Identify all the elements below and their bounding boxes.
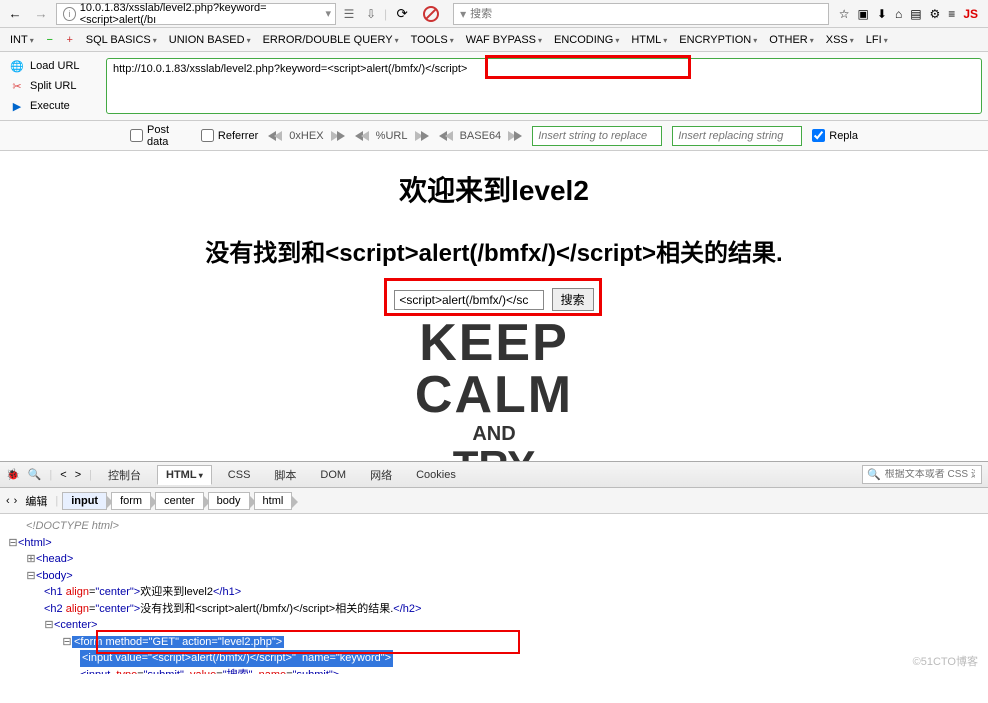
menu-icon[interactable]: ≡ (948, 7, 955, 21)
bookmark-icon[interactable]: ☆ (839, 7, 850, 21)
forward-button[interactable]: → (30, 3, 52, 25)
tab-network[interactable]: 网络 (362, 464, 400, 486)
noscript-icon[interactable] (423, 6, 439, 22)
bc-center[interactable]: center (155, 492, 204, 510)
page-h2: 没有找到和<script>alert(/bmfx/)</script>相关的结果… (0, 233, 988, 268)
referrer-checkbox[interactable]: Referrer (201, 129, 258, 142)
download-small-icon[interactable]: ⇩ (362, 5, 380, 23)
bc-body[interactable]: body (208, 492, 250, 510)
selected-input-element: <input value="<script>alert(/bmfx/)</scr… (80, 650, 393, 667)
url-encode[interactable]: %URL (355, 130, 429, 142)
sidebar-icon[interactable]: ▤ (910, 7, 921, 21)
search-input[interactable] (470, 8, 822, 20)
firebug-icon[interactable]: 🐞 (6, 468, 20, 481)
watermark: ©51CTO博客 (913, 654, 978, 671)
prev-icon[interactable]: < (60, 469, 66, 481)
devtools-search[interactable]: 🔍 (862, 465, 982, 484)
dropdown-icon[interactable]: ▾ (325, 7, 331, 20)
search-form: 搜索 (394, 288, 593, 311)
bc-html[interactable]: html (254, 492, 293, 510)
minus-icon[interactable]: − (42, 34, 58, 46)
search-box[interactable]: ▾ (453, 3, 829, 25)
hackbar-main: 🌐Load URL ✂Split URL ▶Execute http://10.… (0, 52, 988, 121)
hackbar-url-field[interactable]: http://10.0.1.83/xsslab/level2.php?keywo… (106, 58, 982, 114)
hackbar-options: Post data Referrer 0xHEX %URL BASE64 Rep… (0, 121, 988, 151)
replace-to-input[interactable] (672, 126, 802, 146)
next-icon[interactable]: > (75, 469, 81, 481)
menu-encryption[interactable]: ENCRYPTION (675, 32, 761, 48)
bc-nav-right[interactable]: › (14, 495, 18, 507)
tab-dom[interactable]: DOM (312, 466, 354, 484)
tab-cookies[interactable]: Cookies (408, 466, 464, 484)
browser-toolbar: ← → i 10.0.1.83/xsslab/level2.php?keywor… (0, 0, 988, 28)
menu-html[interactable]: HTML (627, 32, 671, 48)
page-content: 欢迎来到level2 没有找到和<script>alert(/bmfx/)</s… (0, 151, 988, 461)
split-icon: ✂ (10, 79, 24, 93)
devtools-source[interactable]: <!DOCTYPE html> ⊟<html> ⊞<head> ⊟<body> … (0, 514, 988, 674)
load-icon: 🌐 (10, 59, 24, 73)
addons-icon[interactable]: ⚙ (930, 7, 941, 21)
menu-union[interactable]: UNION BASED (165, 32, 255, 48)
execute-action[interactable]: ▶Execute (4, 96, 96, 116)
menu-sql-basics[interactable]: SQL BASICS (82, 32, 161, 48)
back-button[interactable]: ← (4, 3, 26, 25)
split-url-action[interactable]: ✂Split URL (4, 76, 96, 96)
inspect-icon[interactable]: 🔍 (28, 468, 42, 481)
noscript-badge[interactable]: JS (963, 7, 978, 21)
menu-waf[interactable]: WAF BYPASS (462, 32, 546, 48)
hackbar-actions: 🌐Load URL ✂Split URL ▶Execute (0, 52, 100, 120)
tab-script[interactable]: 脚本 (266, 464, 304, 486)
postdata-checkbox[interactable]: Post data (130, 124, 191, 148)
hackbar-menu: INT − + SQL BASICS UNION BASED ERROR/DOU… (0, 28, 988, 52)
edit-label[interactable]: 编辑 (25, 493, 47, 509)
address-bar[interactable]: i 10.0.1.83/xsslab/level2.php?keyword=<s… (56, 3, 336, 25)
tab-css[interactable]: CSS (220, 466, 259, 484)
bc-input[interactable]: input (62, 492, 107, 510)
pocket-icon[interactable]: ▣ (858, 7, 869, 21)
devtools: 🐞 🔍 | < > | 控制台 HTML CSS 脚本 DOM 网络 Cooki… (0, 461, 988, 674)
int-dropdown[interactable]: INT (6, 32, 38, 48)
url-text: 10.0.1.83/xsslab/level2.php?keyword=<scr… (80, 2, 315, 26)
toolbar-right: ☆ ▣ ⬇ ⌂ ▤ ⚙ ≡ JS (833, 7, 984, 21)
home-icon[interactable]: ⌂ (895, 7, 902, 21)
bc-nav-left[interactable]: ‹ (6, 495, 10, 507)
page-h1: 欢迎来到level2 (0, 169, 988, 209)
menu-lfi[interactable]: LFI (862, 32, 892, 48)
reload-button[interactable]: ⟳ (391, 3, 413, 25)
devtools-breadcrumb: ‹ › 编辑 | input form center body html (0, 488, 988, 514)
repla-checkbox[interactable]: Repla (812, 129, 858, 142)
menu-xss[interactable]: XSS (822, 32, 858, 48)
menu-other[interactable]: OTHER (765, 32, 818, 48)
tab-console[interactable]: 控制台 (100, 464, 149, 486)
search-icon: 🔍 (867, 468, 881, 481)
hex-encode[interactable]: 0xHEX (268, 130, 344, 142)
bc-form[interactable]: form (111, 492, 151, 510)
tab-html[interactable]: HTML (157, 465, 212, 485)
keep-calm-image: KEEP CALM AND TRY (0, 317, 988, 461)
plus-icon[interactable]: + (62, 34, 78, 46)
devtools-tabs: 🐞 🔍 | < > | 控制台 HTML CSS 脚本 DOM 网络 Cooki… (0, 462, 988, 488)
downloads-icon[interactable]: ⬇ (877, 7, 887, 21)
keyword-input[interactable] (394, 290, 544, 310)
menu-error[interactable]: ERROR/DOUBLE QUERY (259, 32, 403, 48)
menu-tools[interactable]: TOOLS (407, 32, 458, 48)
replace-from-input[interactable] (532, 126, 662, 146)
load-url-action[interactable]: 🌐Load URL (4, 56, 96, 76)
reader-icon[interactable]: ☰ (340, 5, 358, 23)
b64-encode[interactable]: BASE64 (439, 130, 523, 142)
highlight-annotation-1 (485, 55, 691, 79)
execute-icon: ▶ (10, 99, 24, 113)
search-engine-icon[interactable]: ▾ (460, 7, 466, 21)
info-icon[interactable]: i (63, 7, 76, 21)
menu-encoding[interactable]: ENCODING (550, 32, 623, 48)
search-button[interactable]: 搜索 (552, 288, 594, 311)
